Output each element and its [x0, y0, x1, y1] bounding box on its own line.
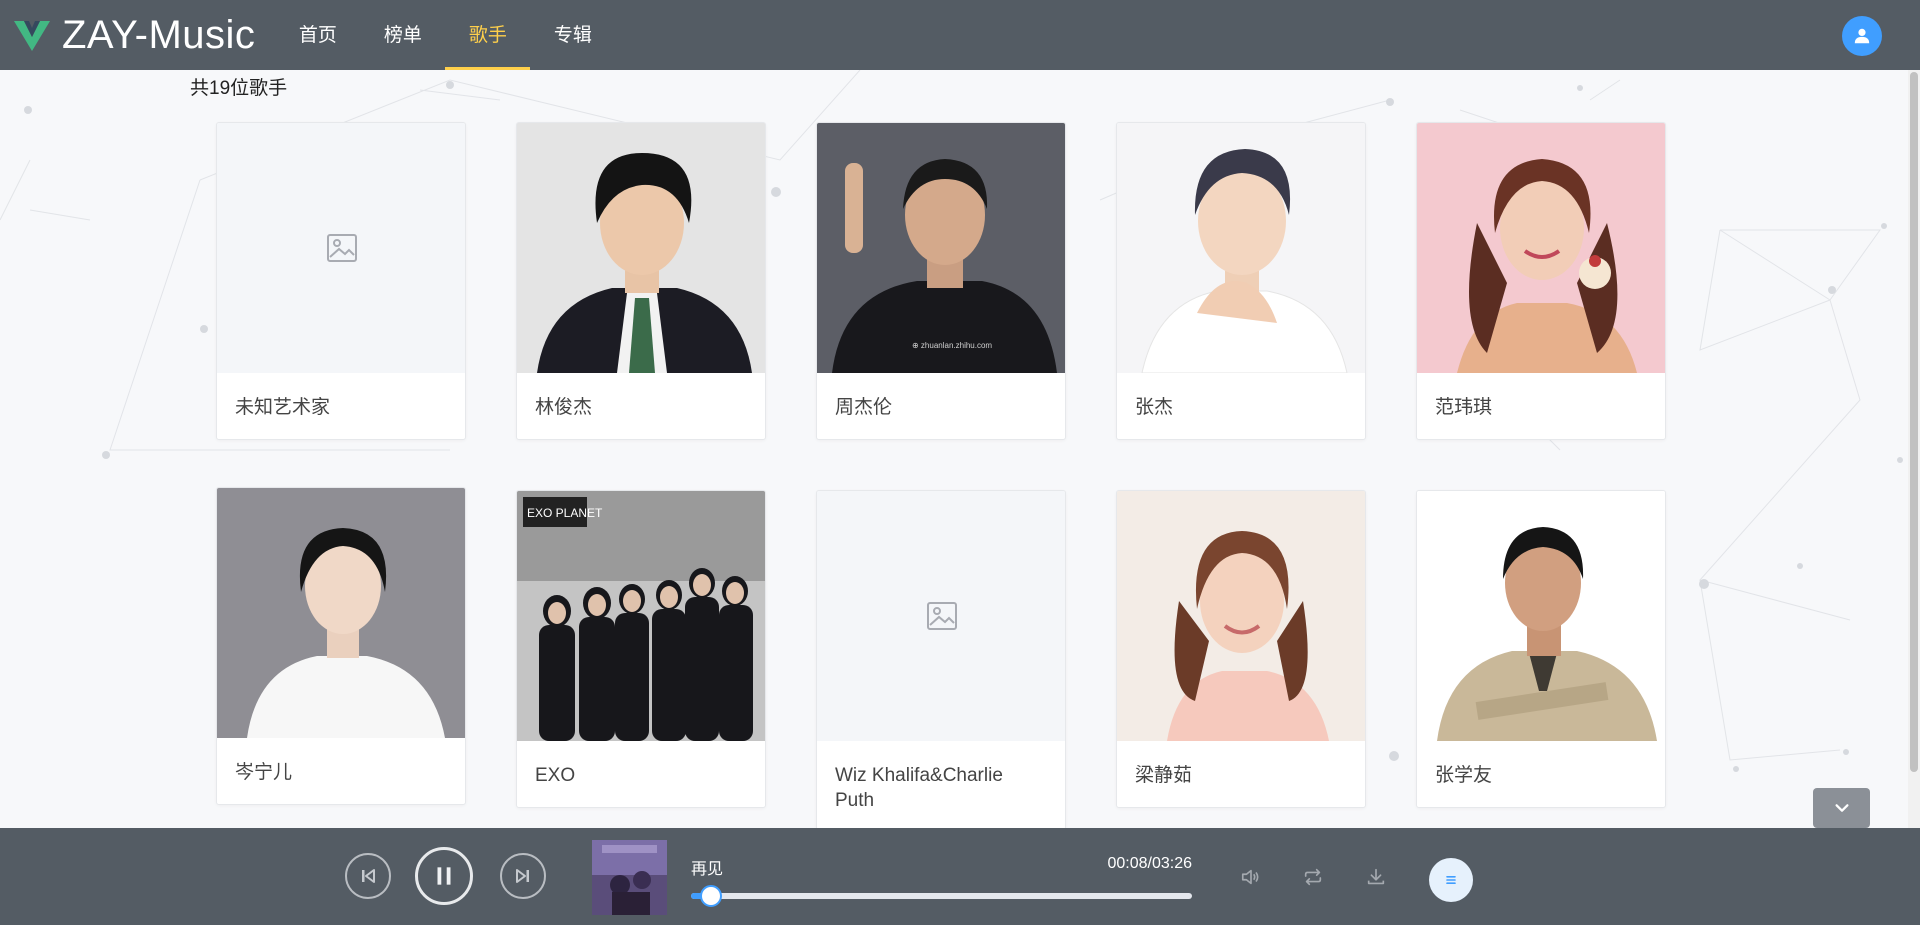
vue-logo-icon — [14, 21, 50, 51]
app-title: ZAY-Music — [62, 12, 256, 57]
progress-slider[interactable] — [691, 885, 1192, 907]
nav-charts[interactable]: 榜单 — [360, 0, 445, 70]
album-cover[interactable] — [592, 840, 667, 915]
nav-albums[interactable]: 专辑 — [530, 0, 615, 70]
singer-card[interactable]: 张杰 — [1116, 122, 1366, 440]
singer-card[interactable]: Wiz Khalifa&Charlie Puth — [816, 490, 1066, 828]
singer-photo — [1417, 123, 1665, 373]
singer-photo: EXO PLANET — [517, 491, 765, 741]
nav-home[interactable]: 首页 — [275, 0, 360, 70]
image-placeholder-icon — [327, 234, 357, 262]
download-icon — [1367, 868, 1385, 885]
svg-text:EXO PLANET: EXO PLANET — [527, 506, 603, 520]
singer-card[interactable]: 岑宁儿 — [216, 487, 466, 805]
image-placeholder-icon — [927, 602, 957, 630]
user-avatar-button[interactable] — [1842, 16, 1882, 56]
prev-icon — [362, 869, 375, 883]
singer-card[interactable]: 未知艺术家 — [216, 122, 466, 440]
singer-name: 岑宁儿 — [235, 762, 293, 783]
image-placeholder — [217, 123, 465, 373]
scrollbar-thumb[interactable] — [1910, 72, 1918, 772]
singer-name: 范玮琪 — [1435, 397, 1493, 418]
singer-photo — [217, 488, 465, 738]
nav-singers[interactable]: 歌手 — [445, 0, 531, 70]
singer-name: Wiz Khalifa&Charlie Puth — [835, 765, 1003, 811]
user-icon — [1854, 28, 1870, 44]
singer-name: 张学友 — [1435, 765, 1493, 786]
singer-count: 共19位歌手 — [190, 78, 288, 99]
singer-name: 未知艺术家 — [235, 397, 331, 418]
singer-card[interactable]: 范玮琪 — [1416, 122, 1666, 440]
loop-icon — [1304, 868, 1322, 886]
volume-button[interactable] — [1238, 864, 1264, 890]
singer-photo — [1117, 123, 1365, 373]
playlist-icon — [1446, 876, 1456, 884]
loop-mode-button[interactable] — [1300, 864, 1326, 890]
singer-name: 林俊杰 — [535, 397, 593, 418]
previous-track-button[interactable] — [345, 853, 391, 899]
progress-handle[interactable] — [700, 885, 723, 907]
music-player-bar: 再见 00:08/03:26 — [0, 828, 1920, 925]
singer-photo — [517, 123, 765, 373]
pause-icon — [437, 867, 451, 885]
image-placeholder — [817, 491, 1065, 741]
singer-photo — [1417, 491, 1665, 741]
singer-name: 张杰 — [1135, 397, 1174, 418]
back-to-top-button[interactable] — [1813, 788, 1870, 828]
top-navbar: ZAY-Music 首页 榜单 歌手 专辑 — [0, 0, 1920, 70]
singer-card[interactable]: 张学友 — [1416, 490, 1666, 808]
main-nav: 首页 榜单 歌手 专辑 — [275, 0, 615, 70]
download-button[interactable] — [1363, 864, 1389, 890]
svg-text:⊕ zhuanlan.zhihu.com: ⊕ zhuanlan.zhihu.com — [912, 341, 992, 350]
play-pause-button[interactable] — [415, 847, 473, 905]
singer-card[interactable]: 梁静茹 — [1116, 490, 1366, 808]
singer-list-page: 共19位歌手 未知艺术家 林俊杰 ⊕ zhuanlan.zhihu.com 周杰… — [0, 70, 1908, 828]
page-scrollbar[interactable] — [1908, 70, 1920, 828]
singer-card[interactable]: ⊕ zhuanlan.zhihu.com 周杰伦 — [816, 122, 1066, 440]
chevron-down-icon — [1834, 804, 1849, 812]
next-icon — [516, 869, 529, 883]
playback-time: 00:08/03:26 — [1107, 855, 1192, 872]
volume-icon — [1241, 869, 1259, 885]
singer-photo: ⊕ zhuanlan.zhihu.com — [817, 123, 1065, 373]
singer-name: 周杰伦 — [835, 397, 893, 418]
singer-name: EXO — [535, 765, 576, 786]
singer-card[interactable]: 林俊杰 — [516, 122, 766, 440]
current-song-title: 再见 — [691, 861, 724, 878]
next-track-button[interactable] — [500, 853, 546, 899]
playlist-button[interactable] — [1429, 858, 1473, 902]
singer-photo — [1117, 491, 1365, 741]
app-logo[interactable]: ZAY-Music — [14, 0, 255, 70]
singer-card[interactable]: EXO PLANET EXO — [516, 490, 766, 808]
singer-name: 梁静茹 — [1135, 765, 1193, 786]
